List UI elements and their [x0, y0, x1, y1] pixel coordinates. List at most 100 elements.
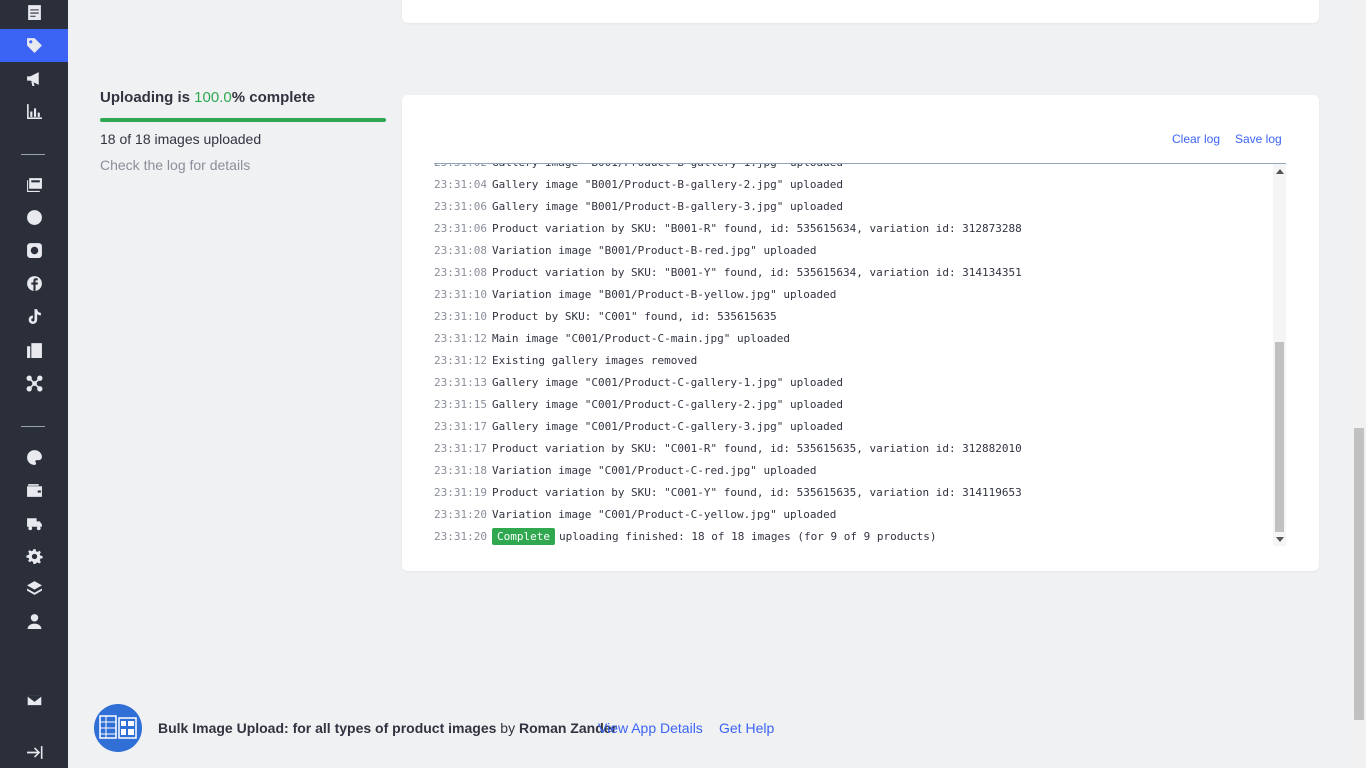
- log-textarea[interactable]: 23:31:02 Gallery image "B001/Product-B-ga…: [434, 163, 1286, 546]
- log-message: uploading finished: 18 of 18 images (for…: [558, 530, 937, 543]
- log-message: Variation image "C001/Product-C-red.jpg"…: [491, 464, 817, 477]
- log-timestamp: 23:31:04: [434, 178, 487, 191]
- log-message: Variation image "B001/Product-B-red.jpg"…: [491, 244, 817, 257]
- log-message: Gallery image "C001/Product-C-gallery-1.…: [491, 376, 843, 389]
- log-message: Product variation by SKU: "B001-R" found…: [491, 222, 1022, 235]
- log-message: Gallery image "B001/Product-B-gallery-2.…: [491, 178, 843, 191]
- log-timestamp: 23:31:12: [434, 332, 487, 345]
- analytics-icon[interactable]: [0, 95, 68, 128]
- pages-icon[interactable]: [0, 334, 68, 367]
- progress-percent: 100.0: [194, 89, 232, 106]
- mail-icon[interactable]: [0, 684, 68, 717]
- page-scrollbar[interactable]: [1352, 0, 1366, 768]
- facebook-icon[interactable]: [0, 267, 68, 300]
- network-icon[interactable]: [0, 367, 68, 400]
- log-line: 23:31:10 Product by SKU: "C001" found, id…: [434, 306, 1272, 328]
- log-timestamp: 23:31:17: [434, 420, 487, 433]
- log-message: Main image "C001/Product-C-main.jpg" upl…: [491, 332, 790, 345]
- log-timestamp: 23:31:12: [434, 354, 487, 367]
- tag-icon[interactable]: [0, 29, 68, 62]
- previous-card: [402, 0, 1319, 23]
- log-message: Gallery image "B001/Product-B-gallery-1.…: [492, 164, 843, 169]
- log-timestamp: 23:31:13: [434, 376, 487, 389]
- user-icon[interactable]: [0, 605, 68, 638]
- log-line: 23:31:13 Gallery image "C001/Product-C-ga…: [434, 372, 1272, 394]
- truck-icon[interactable]: [0, 507, 68, 540]
- log-timestamp: 23:31:18: [434, 464, 487, 477]
- log-timestamp: 23:31:02: [434, 164, 487, 169]
- page-scrollbar-thumb[interactable]: [1354, 428, 1364, 720]
- log-timestamp: 23:31:10: [434, 288, 487, 301]
- log-line: 23:31:04 Gallery image "B001/Product-B-ga…: [434, 174, 1272, 196]
- log-line: 23:31:10 Variation image "B001/Product-B-…: [434, 284, 1272, 306]
- scroll-up-arrow-icon[interactable]: [1276, 169, 1284, 174]
- tiktok-icon[interactable]: [0, 300, 68, 333]
- log-message: Gallery image "C001/Product-C-gallery-3.…: [491, 420, 843, 433]
- log-message: Gallery image "C001/Product-C-gallery-2.…: [491, 398, 843, 411]
- log-timestamp: 23:31:08: [434, 266, 487, 279]
- layers-icon[interactable]: [0, 572, 68, 605]
- log-timestamp: 23:31:06: [434, 222, 487, 235]
- log-line: 23:31:06 Product variation by SKU: "B001-…: [434, 218, 1272, 240]
- log-line: 23:31:06 Gallery image "B001/Product-B-ga…: [434, 196, 1272, 218]
- progress-title-suffix: % complete: [231, 89, 316, 106]
- log-lines: 23:31:02 Gallery image "B001/Product-B-ga…: [434, 164, 1272, 546]
- progress-count: 18 of 18 images uploaded: [100, 131, 262, 147]
- gear-icon[interactable]: [0, 540, 68, 573]
- sidebar-divider: [21, 154, 45, 155]
- log-line: 23:31:08 Product variation by SKU: "B001-…: [434, 262, 1272, 284]
- log-message: Existing gallery images removed: [491, 354, 698, 367]
- log-scrollbar[interactable]: [1273, 164, 1286, 546]
- progress-hint: Check the log for details: [100, 157, 251, 173]
- log-message: Gallery image "B001/Product-B-gallery-3.…: [491, 200, 843, 213]
- log-scrollbar-thumb[interactable]: [1275, 342, 1284, 532]
- log-line: 23:31:08 Variation image "B001/Product-B-…: [434, 240, 1272, 262]
- log-timestamp: 23:31:06: [434, 200, 487, 213]
- sidebar-divider: [21, 426, 45, 427]
- log-message: Product variation by SKU: "C001-Y" found…: [491, 486, 1022, 499]
- log-message: Variation image "C001/Product-C-yellow.j…: [491, 508, 837, 521]
- log-message: Variation image "B001/Product-B-yellow.j…: [491, 288, 837, 301]
- log-line: 23:31:12 Existing gallery images removed: [434, 350, 1272, 372]
- log-timestamp: 23:31:15: [434, 398, 487, 411]
- palette-icon[interactable]: [0, 441, 68, 474]
- log-line: 23:31:20 Complete uploading finished: 18 o…: [434, 526, 1272, 546]
- progress-title-prefix: Uploading is: [100, 89, 195, 106]
- progress-title: Uploading is 100.0% complete: [100, 89, 315, 106]
- log-message: Product variation by SKU: "C001-R" found…: [491, 442, 1022, 455]
- channels-icon[interactable]: [0, 168, 68, 201]
- app-by: by: [500, 720, 516, 736]
- log-timestamp: 23:31:17: [434, 442, 487, 455]
- clear-log-button[interactable]: Clear log: [1172, 132, 1220, 146]
- log-timestamp: 23:31:10: [434, 310, 487, 323]
- view-app-details-link[interactable]: View App Details: [598, 720, 703, 736]
- globe-icon[interactable]: [0, 201, 68, 234]
- scroll-down-arrow-icon[interactable]: [1276, 537, 1284, 542]
- progress-bar-fill: [100, 118, 386, 122]
- log-timestamp: 23:31:20: [434, 508, 487, 521]
- log-line: 23:31:20 Variation image "C001/Product-C-…: [434, 504, 1272, 526]
- sidebar: [0, 0, 68, 768]
- orders-icon[interactable]: [0, 0, 68, 29]
- log-timestamp: 23:31:19: [434, 486, 487, 499]
- log-line: 23:31:17 Gallery image "C001/Product-C-ga…: [434, 416, 1272, 438]
- get-help-link[interactable]: Get Help: [719, 720, 774, 736]
- app-logo-icon: [94, 704, 142, 752]
- save-log-button[interactable]: Save log: [1235, 132, 1282, 146]
- log-line: 23:31:15 Gallery image "C001/Product-C-ga…: [434, 394, 1272, 416]
- log-line: 23:31:17 Product variation by SKU: "C001-…: [434, 438, 1272, 460]
- log-line: 23:31:02 Gallery image "B001/Product-B-ga…: [434, 164, 1272, 174]
- progress-bar: [100, 118, 386, 122]
- log-line: 23:31:19 Product variation by SKU: "C001-…: [434, 482, 1272, 504]
- log-message: Product variation by SKU: "B001-Y" found…: [491, 266, 1022, 279]
- log-line: 23:31:18 Variation image "C001/Product-C-…: [434, 460, 1272, 482]
- megaphone-icon[interactable]: [0, 62, 68, 95]
- instagram-icon[interactable]: [0, 234, 68, 267]
- wallet-icon[interactable]: [0, 474, 68, 507]
- collapse-icon[interactable]: [0, 736, 68, 768]
- app-attribution: Bulk Image Upload: for all types of prod…: [158, 720, 617, 736]
- log-timestamp: 23:31:20: [434, 530, 487, 543]
- log-line: 23:31:12 Main image "C001/Product-C-main.…: [434, 328, 1272, 350]
- log-message: Product by SKU: "C001" found, id: 535615…: [491, 310, 777, 323]
- complete-badge: Complete: [491, 528, 555, 545]
